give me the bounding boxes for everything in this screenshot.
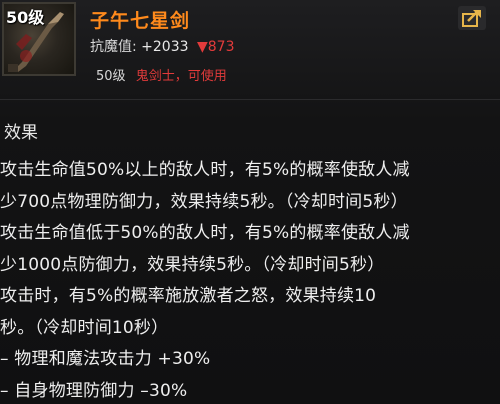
compare-button[interactable] (458, 6, 486, 30)
item-level-badge: 50级 (6, 8, 45, 27)
item-name: 子午七星剑 (90, 10, 191, 32)
stat-label: 抗魔值: (90, 39, 137, 55)
tooltip-header: 50级 子午七星剑 抗魔值: +2033 ▼873 50级 鬼剑士，可使用 (0, 0, 500, 100)
effect-bonus-line: – 自身物理防御力 –30% (0, 380, 188, 401)
stat-line: 抗魔值: +2033 ▼873 (90, 36, 234, 56)
requirement-line: 50级 鬼剑士，可使用 (96, 65, 227, 84)
required-level: 50级 (96, 69, 126, 84)
sword-item-icon[interactable]: 50级 (2, 2, 76, 76)
effect-line: 少700点物理防御力，效果持续5秒。（冷却时间5秒） (0, 191, 408, 212)
effect-bonus-line: – 物理和魔法攻击力 +30% (0, 349, 211, 369)
effect-line: 攻击生命值50%以上的敌人时，有5%的概率使敌人减 (0, 160, 410, 180)
stat-value: +2033 (141, 39, 189, 55)
effect-line: 攻击生命值低于50%的敌人时，有5%的概率使敌人减 (0, 223, 410, 243)
stat-decrease: ▼873 (196, 39, 235, 55)
item-tooltip: 50级 子午七星剑 抗魔值: +2033 ▼873 50级 鬼剑士，可使用 效果… (0, 0, 500, 404)
share-compare-icon (462, 10, 481, 27)
effect-section-title: 效果 (4, 123, 38, 143)
effect-line: 攻击时，有5%的概率施放激者之怒，效果持续10 (0, 286, 377, 306)
required-class: 鬼剑士，可使用 (135, 69, 227, 84)
header-divider (0, 99, 500, 100)
effect-line: 少1000点防御力，效果持续5秒。（冷却时间5秒） (0, 254, 385, 275)
effect-description: 攻击生命值50%以上的敌人时，有5%的概率使敌人减 少700点物理防御力，效果持… (0, 155, 500, 404)
effect-line: 秒。（冷却时间10秒） (0, 317, 169, 338)
